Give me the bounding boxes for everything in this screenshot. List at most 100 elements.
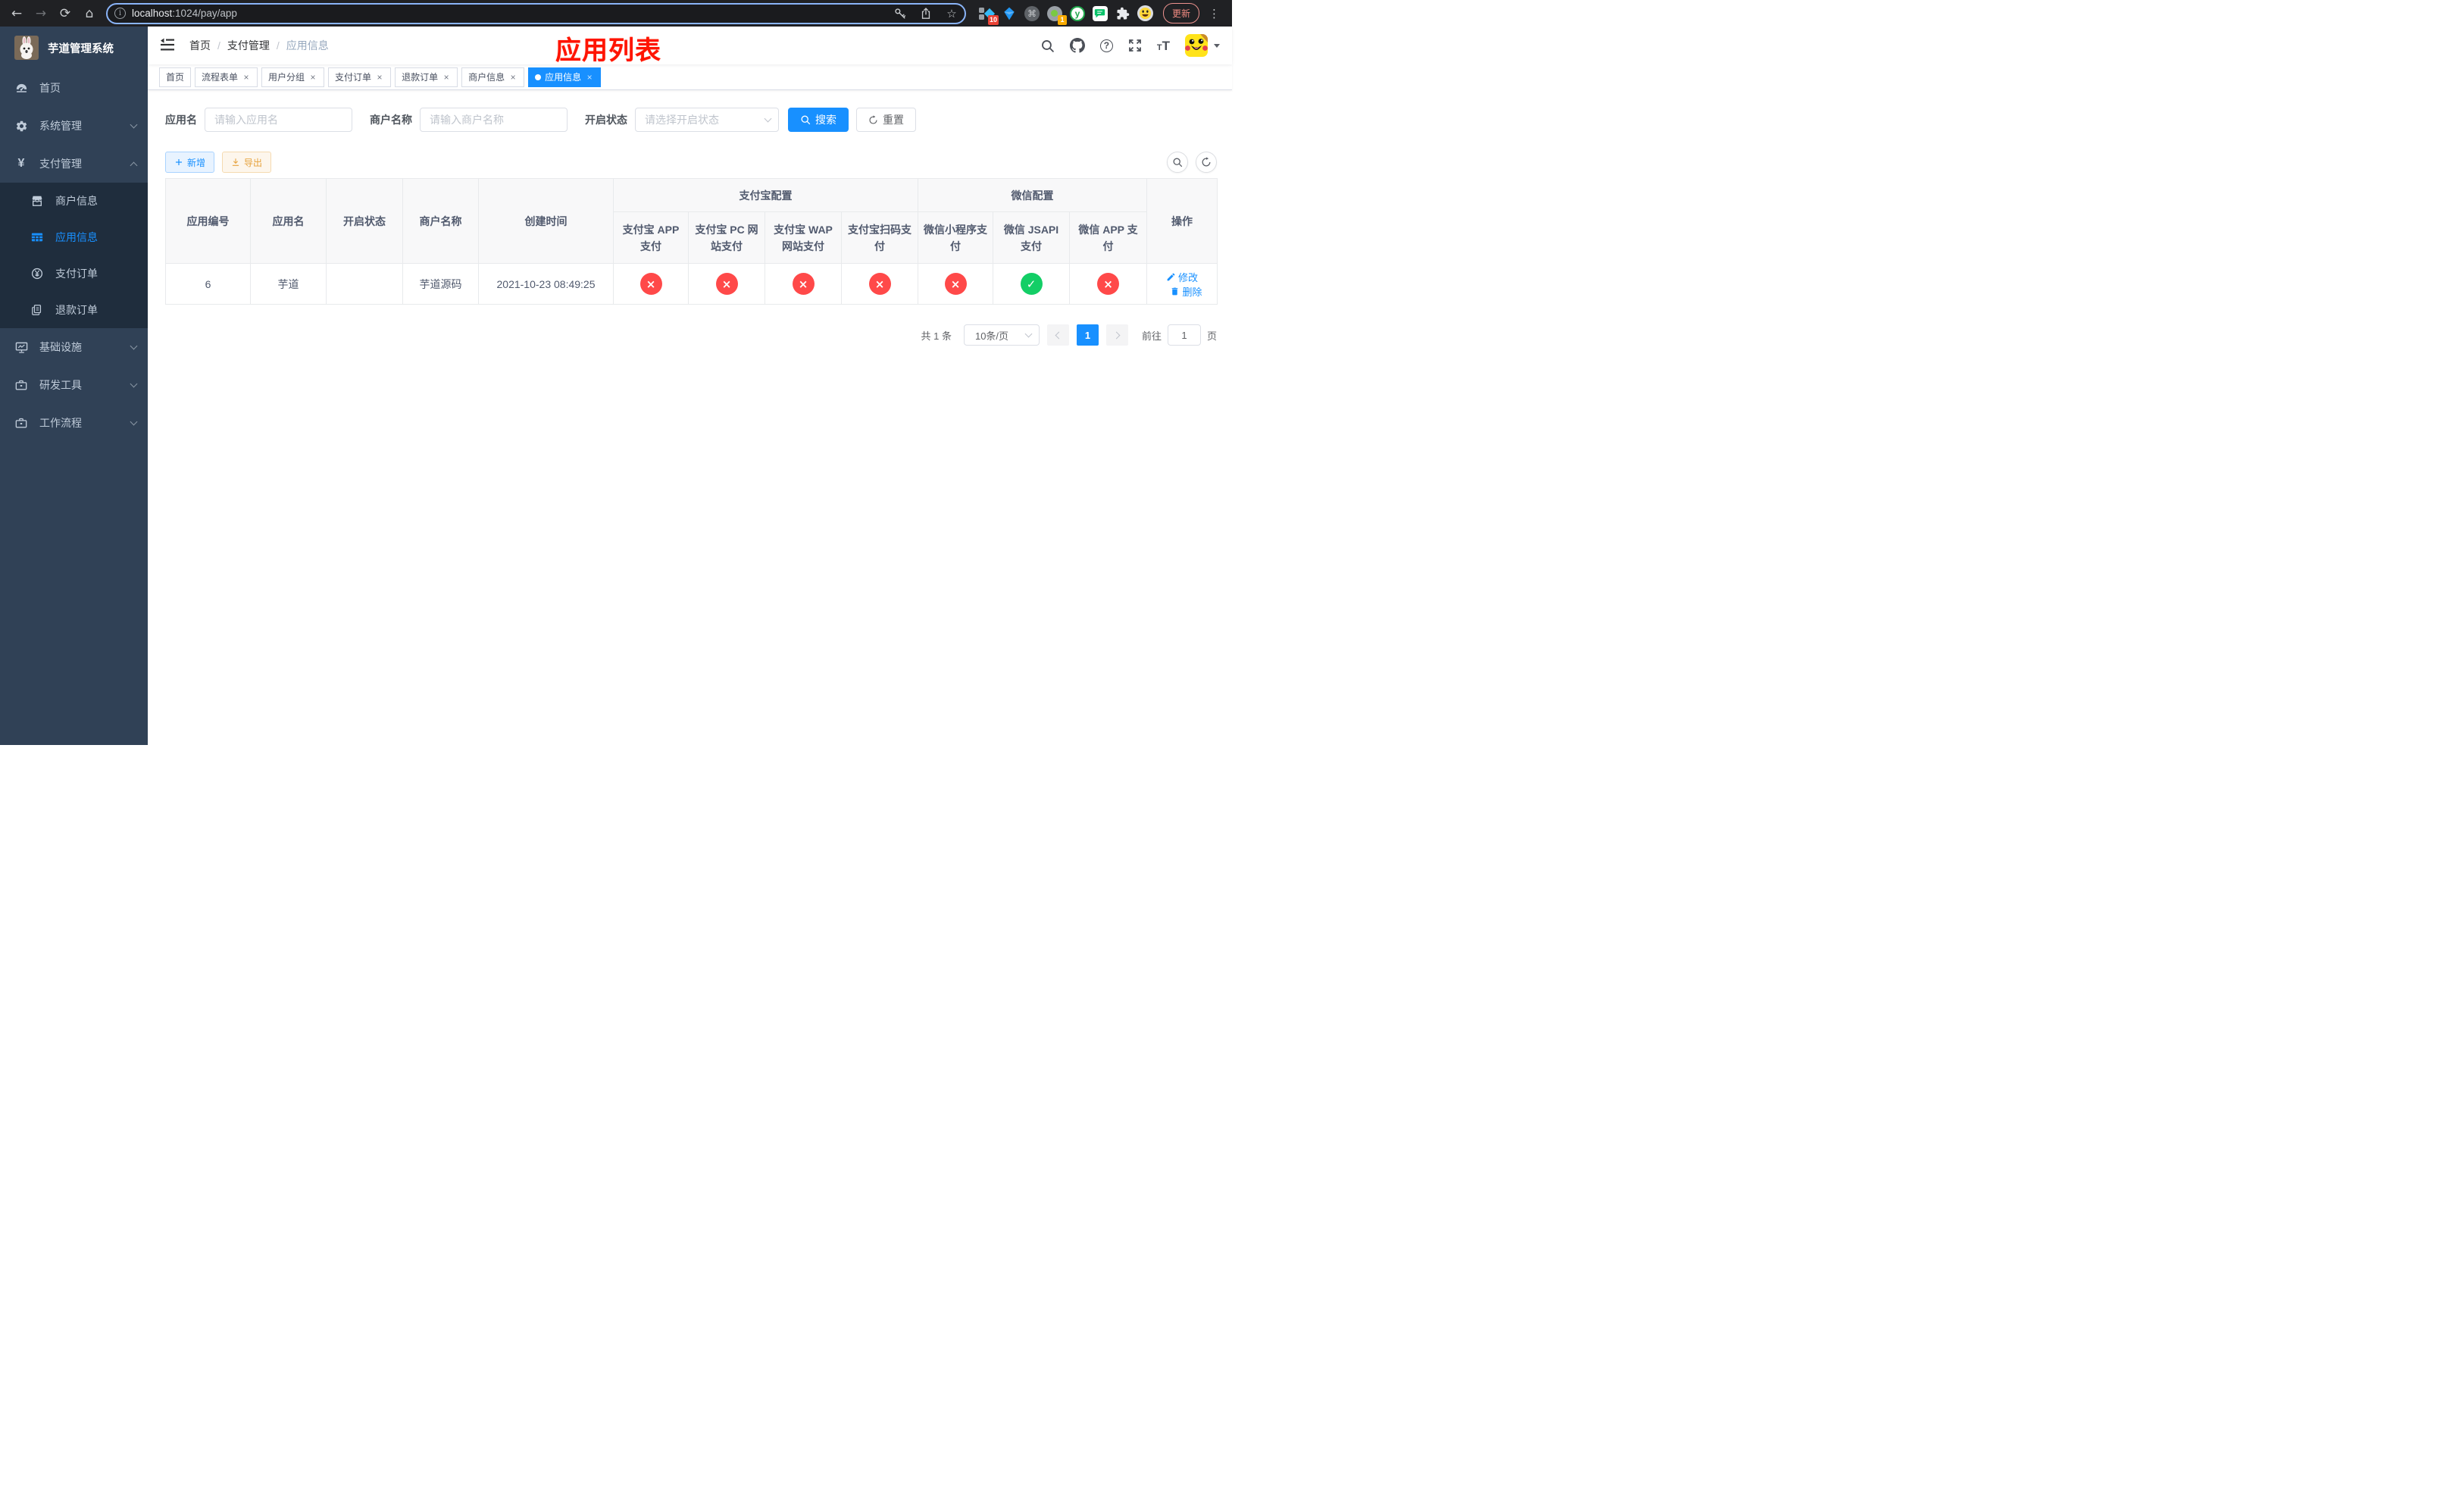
- extension-y-icon[interactable]: y: [1069, 5, 1086, 22]
- page-1-button[interactable]: 1: [1076, 324, 1099, 346]
- status-alipay-wap: ×: [792, 273, 815, 295]
- chevron-down-icon: [130, 380, 138, 387]
- close-icon[interactable]: ×: [585, 72, 594, 83]
- font-size-icon[interactable]: TT: [1157, 39, 1170, 52]
- help-icon[interactable]: ?: [1099, 39, 1113, 52]
- status-select[interactable]: 请选择开启状态: [635, 108, 779, 132]
- chrome-update-button[interactable]: 更新: [1162, 3, 1199, 23]
- tab-user-group[interactable]: 用户分组 ×: [261, 67, 325, 87]
- sidebar-item-workflow[interactable]: 工作流程: [0, 404, 148, 442]
- merchant-name-label: 商户名称: [370, 114, 412, 126]
- cell-app-name: 芋道: [250, 263, 327, 305]
- sidebar-item-infrastructure[interactable]: 基础设施: [0, 328, 148, 366]
- breadcrumb-home[interactable]: 首页: [189, 38, 211, 53]
- extensions-puzzle-icon[interactable]: [1115, 5, 1131, 22]
- browser-back-button[interactable]: ←: [6, 3, 27, 24]
- sidebar-item-home[interactable]: 首页: [0, 69, 148, 107]
- tab-process-form[interactable]: 流程表单 ×: [195, 67, 258, 87]
- tab-app-info[interactable]: 应用信息 ×: [528, 67, 602, 87]
- cell-created: 2021-10-23 08:49:25: [478, 263, 614, 305]
- avatar[interactable]: [1185, 34, 1208, 57]
- sidebar-item-dev-tools[interactable]: 研发工具: [0, 366, 148, 404]
- edit-link[interactable]: 修改: [1166, 270, 1198, 284]
- sidebar-item-payment[interactable]: ¥ 支付管理: [0, 145, 148, 183]
- tags-view-bar: 首页 流程表单 × 用户分组 × 支付订单 × 退款订单 × 商户信息 × 应用信息 ×: [148, 64, 1232, 90]
- status-wx-lite: ×: [944, 273, 967, 295]
- caret-down-icon: [1214, 44, 1220, 51]
- merchant-name-input[interactable]: [420, 108, 568, 132]
- status-label: 开启状态: [585, 114, 627, 126]
- profile-emoji-icon[interactable]: [1137, 5, 1154, 22]
- extension-grid-icon[interactable]: 10: [978, 5, 999, 25]
- app-name-input[interactable]: [205, 108, 352, 132]
- breadcrumb-payment[interactable]: 支付管理: [227, 38, 270, 53]
- col-merchant: 商户名称: [402, 178, 479, 264]
- close-icon[interactable]: ×: [508, 72, 518, 83]
- prev-page-button[interactable]: [1046, 324, 1069, 346]
- next-page-button[interactable]: [1105, 324, 1128, 346]
- status-wx-app: ×: [1097, 273, 1119, 295]
- close-icon[interactable]: ×: [242, 72, 251, 83]
- sidebar-item-merchant-info[interactable]: 商户信息: [0, 183, 148, 219]
- browser-reload-button[interactable]: ⟳: [55, 3, 76, 24]
- browser-menu-icon[interactable]: ⋮: [1205, 7, 1223, 20]
- export-button[interactable]: 导出: [222, 152, 272, 173]
- page-unit-label: 页: [1206, 330, 1217, 342]
- browser-home-button[interactable]: ⌂: [79, 3, 100, 24]
- total-count: 共 1 条: [921, 330, 952, 342]
- browser-forward-button[interactable]: →: [30, 3, 52, 24]
- tab-refund-orders[interactable]: 退款订单 ×: [395, 67, 458, 87]
- add-button[interactable]: 新增: [165, 152, 215, 173]
- github-icon[interactable]: [1070, 38, 1085, 53]
- goto-page-input[interactable]: [1167, 324, 1201, 346]
- password-key-icon[interactable]: [890, 4, 910, 23]
- search-button[interactable]: 搜索: [788, 108, 849, 132]
- share-icon[interactable]: [916, 4, 936, 23]
- close-icon[interactable]: ×: [308, 72, 317, 83]
- tab-merchant-info[interactable]: 商户信息 ×: [461, 67, 525, 87]
- reset-button[interactable]: 重置: [856, 108, 916, 132]
- address-bar[interactable]: i localhost:1024/pay/app ☆: [106, 2, 966, 24]
- page-content: 应用名 商户名称 开启状态 请选择开启状态 搜索: [148, 90, 1232, 745]
- document-icon: [30, 303, 44, 317]
- extension-gem-icon[interactable]: [1001, 5, 1018, 22]
- col-alipay-app: 支付宝 APP 支付: [613, 211, 689, 264]
- tab-payment-orders[interactable]: 支付订单 ×: [328, 67, 392, 87]
- refresh-table-button[interactable]: [1196, 152, 1217, 173]
- chevron-up-icon: [130, 161, 138, 169]
- extension-recorder-icon[interactable]: 1: [1046, 5, 1067, 25]
- yen-circle-icon: [30, 267, 44, 280]
- sidebar-item-refund-orders[interactable]: 退款订单: [0, 292, 148, 328]
- sidebar-item-payment-orders[interactable]: 支付订单: [0, 255, 148, 292]
- site-info-icon[interactable]: i: [114, 8, 126, 19]
- toggle-search-button[interactable]: [1167, 152, 1188, 173]
- extensions-area: 10 ⌘ 1 y 更新 ⋮: [972, 3, 1226, 25]
- shop-icon: [30, 194, 44, 208]
- app-name-label: 应用名: [165, 114, 197, 126]
- user-menu[interactable]: [1185, 34, 1220, 57]
- top-navbar: 首页 / 支付管理 / 应用信息 应用列表 ? TT: [148, 27, 1232, 65]
- tab-home[interactable]: 首页: [159, 67, 192, 87]
- close-icon[interactable]: ×: [442, 72, 451, 83]
- fullscreen-icon[interactable]: [1128, 39, 1142, 52]
- sidebar-item-app-info[interactable]: 应用信息: [0, 219, 148, 255]
- status-alipay-pc: ×: [715, 273, 738, 295]
- table-toolbar: 新增 导出: [165, 152, 1217, 173]
- dashboard-icon: [14, 81, 28, 95]
- sidebar-toggle-icon[interactable]: [160, 37, 177, 54]
- cell-status: [326, 263, 403, 305]
- col-actions: 操作: [1146, 178, 1218, 264]
- extension-command-icon[interactable]: ⌘: [1024, 5, 1040, 22]
- extension-chat-icon[interactable]: [1092, 5, 1108, 22]
- sidebar-item-system[interactable]: 系统管理: [0, 107, 148, 145]
- bookmark-star-icon[interactable]: ☆: [942, 4, 962, 23]
- logo-image: [14, 36, 39, 60]
- cell-app-id: 6: [165, 263, 251, 305]
- search-icon[interactable]: [1040, 39, 1055, 53]
- close-icon[interactable]: ×: [375, 72, 384, 83]
- app-title: 芋道管理系统: [48, 42, 114, 55]
- page-size-select[interactable]: 10条/页: [963, 324, 1040, 346]
- app-logo[interactable]: 芋道管理系统: [0, 27, 148, 69]
- delete-link[interactable]: 删除: [1170, 284, 1202, 299]
- toolbox-icon: [14, 378, 28, 392]
